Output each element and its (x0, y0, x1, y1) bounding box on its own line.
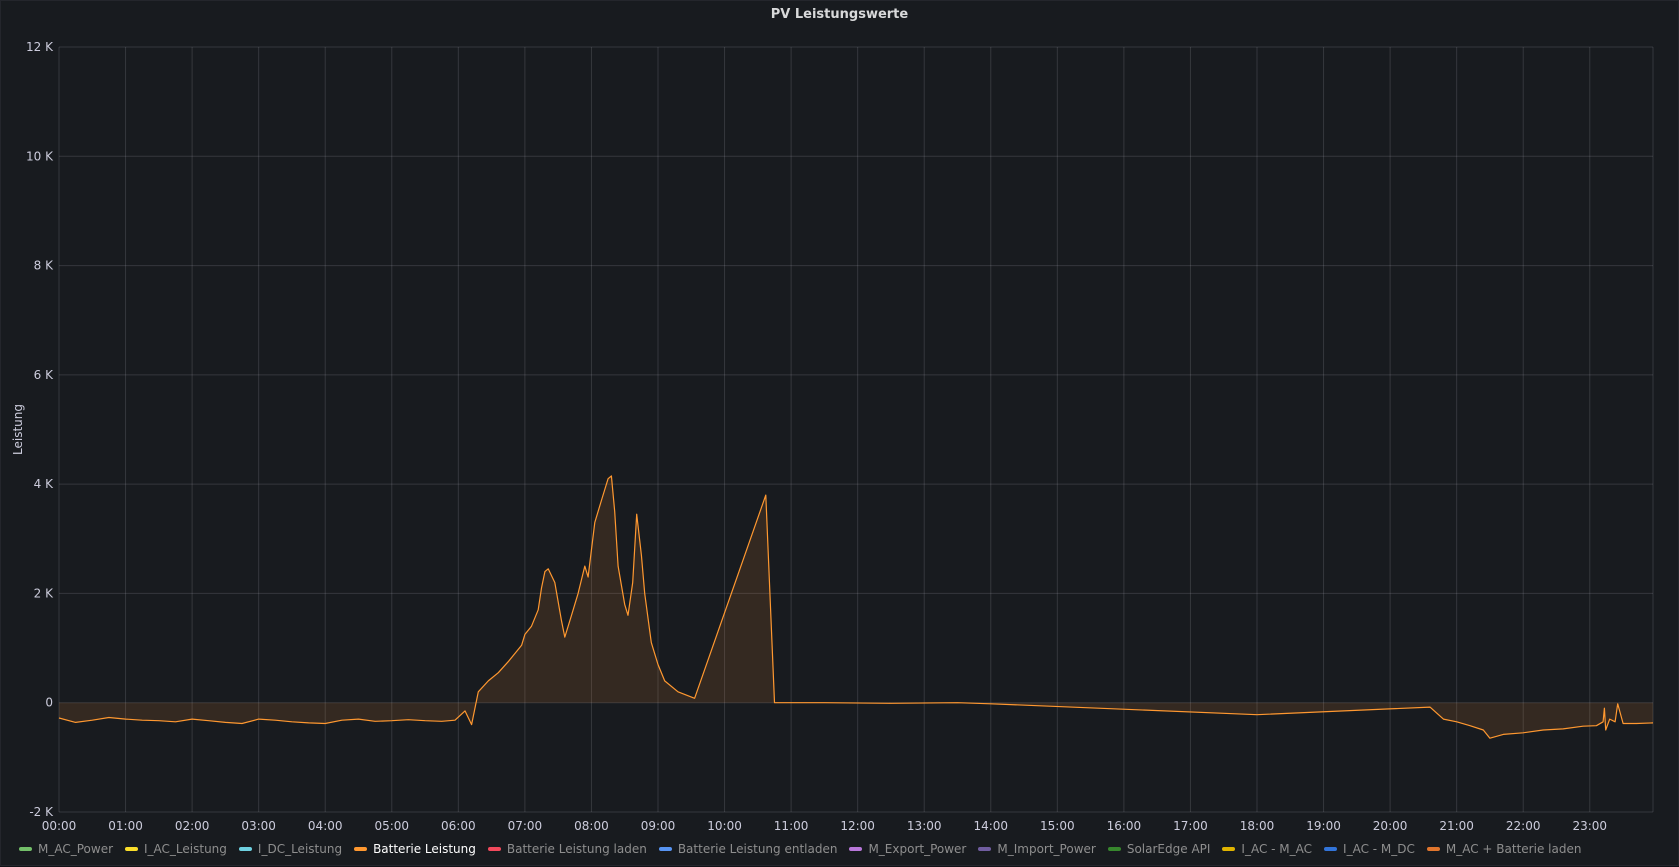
x-tick-label: 17:00 (1173, 819, 1208, 833)
x-tick-label: 04:00 (308, 819, 343, 833)
x-tick-label: 23:00 (1572, 819, 1607, 833)
legend-item[interactable]: M_AC + Batterie laden (1426, 842, 1582, 856)
x-tick-label: 12:00 (840, 819, 875, 833)
legend-item[interactable]: I_AC - M_AC (1222, 842, 1312, 856)
legend-label: M_AC + Batterie laden (1445, 842, 1582, 856)
legend-label: SolarEdge API (1126, 842, 1211, 856)
legend-swatch (1107, 847, 1121, 851)
legend-item[interactable]: Batterie Leistung entladen (658, 842, 838, 856)
legend-item[interactable]: I_AC_Leistung (125, 842, 227, 856)
x-tick-label: 05:00 (374, 819, 409, 833)
legend-swatch (354, 847, 368, 851)
legend-swatch (238, 847, 252, 851)
graph-panel: PV Leistungswerte 12 K 10 K8 K6 K4 K2 K0-… (0, 0, 1679, 866)
legend-label: I_AC_Leistung (144, 842, 227, 856)
legend-item[interactable]: SolarEdge API (1107, 842, 1211, 856)
x-tick-label: 13:00 (907, 819, 942, 833)
legend-label: Batterie Leistung entladen (677, 842, 838, 856)
x-tick-label: 22:00 (1506, 819, 1541, 833)
legend-label: M_Export_Power (868, 842, 967, 856)
x-tick-label: 07:00 (508, 819, 543, 833)
y-tick-label: 2 K (34, 586, 54, 600)
legend-label: M_Import_Power (997, 842, 1096, 856)
legend-item[interactable]: M_Import_Power (978, 842, 1096, 856)
legend-item[interactable]: M_Export_Power (849, 842, 966, 856)
x-tick-label: 10:00 (707, 819, 742, 833)
legend-swatch (849, 847, 863, 851)
legend-label: Batterie Leistung laden (506, 842, 647, 856)
x-tick-label: 06:00 (441, 819, 476, 833)
y-tick-label: 10 K (26, 149, 54, 163)
legend-item[interactable]: Batterie Leistung laden (487, 842, 647, 856)
x-tick-label: 16:00 (1107, 819, 1142, 833)
y-tick-label: 0 (45, 696, 53, 710)
x-tick-label: 03:00 (241, 819, 276, 833)
legend-swatch (125, 847, 139, 851)
legend-swatch (487, 847, 501, 851)
x-tick-label: 14:00 (973, 819, 1008, 833)
legend-item[interactable]: I_DC_Leistung (238, 842, 343, 856)
x-tick-label: 01:00 (108, 819, 143, 833)
chart-legend: M_AC_Power I_AC_Leistung I_DC_Leistung Batt… (19, 839, 1593, 859)
legend-swatch (1324, 847, 1338, 851)
legend-item[interactable]: Batterie Leistung (354, 842, 476, 856)
y-axis-label: Leistung (11, 404, 25, 455)
series-area (59, 475, 1653, 739)
legend-item[interactable]: M_AC_Power (19, 842, 113, 856)
legend-item[interactable]: I_AC - M_DC (1324, 842, 1415, 856)
y-tick-label: 4 K (34, 477, 54, 491)
chart-plot[interactable]: 12 K 10 K 8 K 6 K 4 K 2 K 0 -2 K00:00 01:00 02:00… (1, 1, 1679, 867)
y-tick-label: 12 K (26, 40, 54, 54)
legend-swatch (978, 847, 992, 851)
x-tick-label: 21:00 (1439, 819, 1474, 833)
x-tick-label: 09:00 (641, 819, 676, 833)
x-tick-label: 20:00 (1373, 819, 1408, 833)
legend-swatch (1426, 847, 1440, 851)
legend-label: I_DC_Leistung (257, 842, 343, 856)
series-line (58, 475, 1654, 739)
y-tick-label: 6 K (34, 368, 54, 382)
legend-swatch (1222, 847, 1236, 851)
x-tick-label: 08:00 (574, 819, 609, 833)
x-tick-label: 02:00 (175, 819, 210, 833)
legend-swatch (19, 847, 32, 851)
legend-label: Batterie Leistung (373, 842, 476, 856)
legend-swatch (658, 847, 672, 851)
y-tick-label: -2 K (29, 805, 54, 819)
legend-label: I_AC - M_DC (1343, 842, 1415, 856)
x-tick-label: 15:00 (1040, 819, 1075, 833)
x-tick-label: 00:00 (42, 819, 77, 833)
y-tick-label: 8 K (34, 259, 54, 273)
x-tick-label: 19:00 (1306, 819, 1341, 833)
x-tick-label: 18:00 (1240, 819, 1275, 833)
legend-label: M_AC_Power (38, 842, 114, 856)
x-tick-label: 11:00 (774, 819, 809, 833)
legend-label: I_AC - M_AC (1241, 842, 1313, 856)
